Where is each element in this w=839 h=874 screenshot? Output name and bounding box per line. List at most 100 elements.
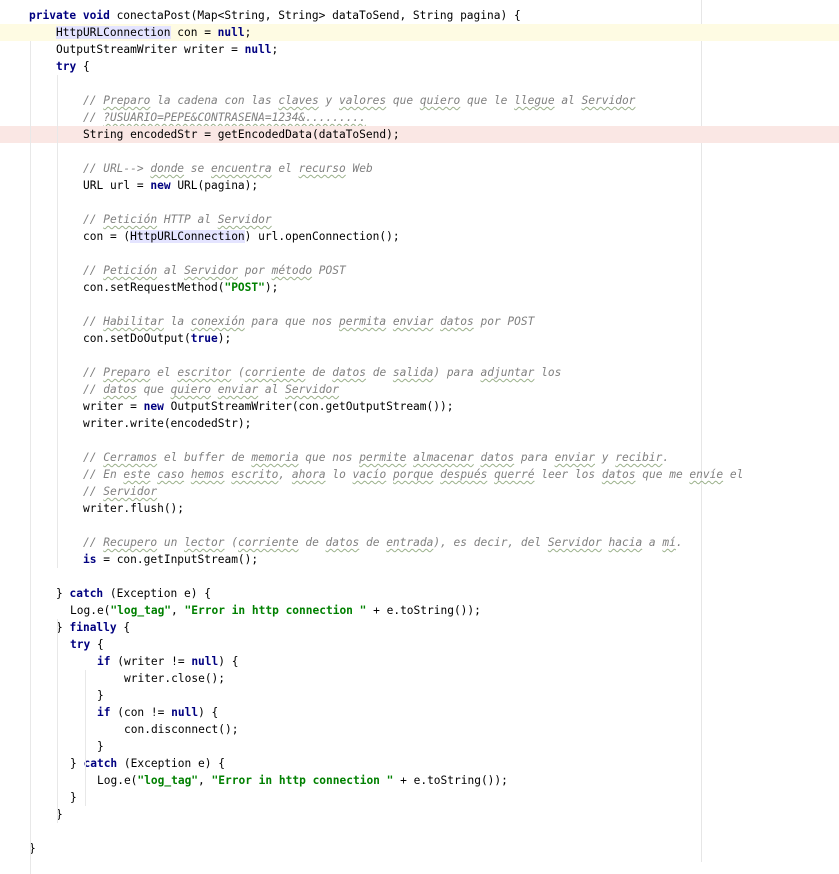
code-line[interactable]: is = con.getInputStream(); [0, 551, 839, 568]
code-line[interactable]: } finally { [0, 619, 839, 636]
code-token: se [184, 162, 211, 175]
code-token: . [662, 451, 670, 464]
code-token: escritor [177, 366, 232, 379]
code-line[interactable]: con.setRequestMethod("POST"); [0, 279, 839, 296]
code-token: HttpURLConnection [130, 230, 245, 243]
code-token: Servidor [184, 264, 238, 277]
code-line[interactable] [0, 194, 839, 211]
code-token: enviar [554, 451, 595, 464]
code-line[interactable]: con.setDoOutput(true); [0, 330, 839, 347]
code-line-content: Log.e("log_tag", "Error in http connecti… [97, 772, 508, 789]
code-token: por POST [473, 315, 535, 328]
code-line[interactable]: con = (HttpURLConnection) url.openConnec… [0, 228, 839, 245]
code-token: writer.flush(); [83, 502, 185, 515]
code-line-content: con.setDoOutput(true); [83, 330, 231, 347]
code-line[interactable]: // Preparo la cadena con las claves y va… [0, 92, 839, 109]
code-line[interactable]: } [0, 840, 839, 857]
code-line[interactable]: URL url = new URL(pagina); [0, 177, 839, 194]
code-token: ; [244, 26, 252, 39]
code-token: (Exception e) { [117, 757, 225, 770]
code-line-content: writer = new OutputStreamWriter(con.getO… [83, 398, 453, 415]
code-line[interactable]: if (con != null) { [0, 704, 839, 721]
code-token: ), es decir, del [433, 536, 548, 549]
code-token: is [83, 553, 97, 566]
code-line[interactable]: } [0, 738, 839, 755]
code-token: datos [480, 451, 515, 464]
code-line[interactable]: private void conectaPost(Map<String, Str… [0, 7, 839, 24]
code-token: catch [69, 587, 104, 600]
code-line[interactable]: writer.flush(); [0, 500, 839, 517]
code-token: "Error in http connection " [211, 774, 394, 787]
code-line[interactable]: String encodedStr = getEncodedData(dataT… [0, 126, 839, 143]
code-token: permite [359, 451, 407, 464]
code-line[interactable]: writer.write(encodedStr); [0, 415, 839, 432]
code-token: new [143, 400, 164, 413]
code-token: corriente [237, 536, 299, 549]
code-line[interactable]: } catch (Exception e) { [0, 755, 839, 772]
code-line-content: // Recupero un lector (corriente de dato… [83, 534, 683, 551]
code-token: finally [69, 621, 117, 634]
code-line[interactable]: } catch (Exception e) { [0, 585, 839, 602]
code-token: leer los [534, 468, 602, 481]
code-token: ( [231, 366, 245, 379]
code-line[interactable]: // Preparo el escritor (corriente de dat… [0, 364, 839, 381]
code-token: if [97, 706, 111, 719]
code-token: new [150, 179, 171, 192]
code-line[interactable]: } [0, 789, 839, 806]
code-line-content: } [97, 687, 104, 704]
code-line[interactable] [0, 347, 839, 364]
code-editor[interactable]: private void conectaPost(Map<String, Str… [0, 0, 839, 874]
code-token: que nos [298, 451, 360, 464]
code-token: Petición [103, 213, 158, 226]
code-token: private void [29, 9, 117, 22]
code-line[interactable] [0, 432, 839, 449]
code-line[interactable]: // Recupero un lector (corriente de dato… [0, 534, 839, 551]
code-line-content: URL url = new URL(pagina); [83, 177, 258, 194]
code-token: , [198, 774, 212, 787]
code-line[interactable]: } [0, 687, 839, 704]
code-line[interactable]: // En este caso hemos escrito, ahora lo … [0, 466, 839, 483]
code-line-content: try { [56, 58, 90, 75]
code-token: hacia [608, 536, 643, 549]
code-token: ) { [198, 706, 219, 719]
code-token: OutputStreamWriter(con.getOutputStream()… [163, 400, 454, 413]
code-token: ( [224, 536, 238, 549]
code-line[interactable]: writer.close(); [0, 670, 839, 687]
code-line[interactable]: // Habilitar la conexión para que nos pe… [0, 313, 839, 330]
code-line[interactable]: Log.e("log_tag", "Error in http connecti… [0, 772, 839, 789]
code-line[interactable] [0, 296, 839, 313]
code-line[interactable] [0, 823, 839, 840]
code-line[interactable] [0, 517, 839, 534]
code-line-content: // Petición al Servidor por método POST [83, 262, 346, 279]
code-token: y [595, 451, 616, 464]
code-token: al [258, 383, 286, 396]
code-token: Recupero [103, 536, 158, 549]
code-line[interactable]: // URL--> donde se encuentra el recurso … [0, 160, 839, 177]
code-token: porque [392, 468, 434, 481]
code-token: este [123, 468, 151, 481]
code-token: Servidor [285, 383, 340, 396]
code-line[interactable]: try { [0, 636, 839, 653]
code-line[interactable]: HttpURLConnection con = null; [0, 24, 839, 41]
code-token: } [56, 621, 70, 634]
code-line[interactable]: } [0, 806, 839, 823]
code-token: hemos [190, 468, 225, 481]
code-line[interactable] [0, 75, 839, 92]
code-line[interactable]: writer = new OutputStreamWriter(con.getO… [0, 398, 839, 415]
code-line[interactable]: // ?USUARIO=PEPE&CONTRASENA=1234&.......… [0, 109, 839, 126]
code-line[interactable]: // Petición HTTP al Servidor [0, 211, 839, 228]
code-line[interactable]: // Petición al Servidor por método POST [0, 262, 839, 279]
code-line[interactable] [0, 143, 839, 160]
code-line[interactable]: con.disconnect(); [0, 721, 839, 738]
code-line[interactable]: // Cerramos el buffer de memoria que nos… [0, 449, 839, 466]
code-line[interactable] [0, 568, 839, 585]
code-line[interactable]: try { [0, 58, 839, 75]
code-token: enviar [392, 315, 434, 328]
code-line[interactable]: // Servidor [0, 483, 839, 500]
code-line[interactable]: if (writer != null) { [0, 653, 839, 670]
code-token: entrada [386, 536, 434, 549]
code-line[interactable]: // datos que quiero enviar al Servidor [0, 381, 839, 398]
code-line[interactable]: Log.e("log_tag", "Error in http connecti… [0, 602, 839, 619]
code-line[interactable]: OutputStreamWriter writer = null; [0, 41, 839, 58]
code-line[interactable] [0, 245, 839, 262]
